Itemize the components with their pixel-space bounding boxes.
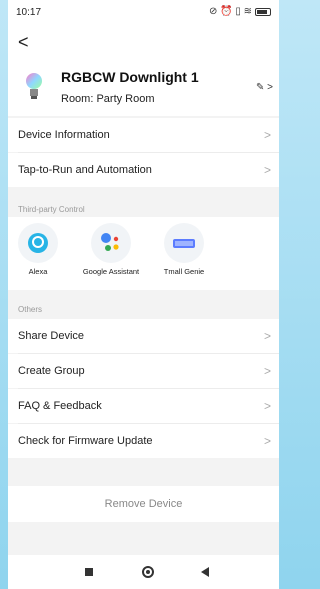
chevron-right-icon: > bbox=[263, 329, 271, 343]
chevron-right-icon: > bbox=[263, 364, 271, 378]
alexa-option[interactable]: Alexa bbox=[8, 223, 68, 276]
firmware-update-row[interactable]: Check for Firmware Update > bbox=[8, 424, 279, 458]
alexa-icon bbox=[18, 223, 58, 263]
navigation-bar bbox=[8, 555, 279, 589]
bulb-icon bbox=[26, 73, 42, 99]
chevron-right-icon: > bbox=[263, 399, 271, 413]
status-icon-group: ⊘ ⏰ ▯ ≋ bbox=[208, 6, 252, 17]
device-information-row[interactable]: Device Information > bbox=[8, 118, 279, 152]
row-label: FAQ & Feedback bbox=[18, 400, 102, 412]
home-button[interactable] bbox=[142, 566, 154, 578]
edit-name-button[interactable]: ✎ > bbox=[256, 82, 273, 93]
phone-screen: 10:17 ⊘ ⏰ ▯ ≋ < RGBCW Downlight 1 Room: … bbox=[8, 0, 279, 589]
google-assistant-label: Google Assistant bbox=[82, 267, 140, 276]
tap-to-run-row[interactable]: Tap-to-Run and Automation > bbox=[8, 153, 279, 187]
row-label: Tap-to-Run and Automation bbox=[18, 164, 152, 176]
alexa-label: Alexa bbox=[28, 267, 48, 276]
back-button[interactable]: < bbox=[18, 32, 29, 53]
battery-icon bbox=[255, 7, 271, 16]
tmall-genie-label: Tmall Genie bbox=[163, 267, 205, 276]
create-group-row[interactable]: Create Group > bbox=[8, 354, 279, 388]
row-label: Create Group bbox=[18, 365, 85, 377]
status-icons: ⊘ ⏰ ▯ ≋ bbox=[209, 6, 271, 17]
others-section-label: Others bbox=[18, 305, 43, 314]
tmall-genie-option[interactable]: Tmall Genie bbox=[154, 223, 214, 276]
recent-apps-button[interactable] bbox=[85, 568, 93, 576]
google-assistant-icon bbox=[91, 223, 131, 263]
tmall-genie-icon bbox=[164, 223, 204, 263]
device-room: Room: Party Room bbox=[61, 93, 155, 105]
share-device-row[interactable]: Share Device > bbox=[8, 319, 279, 353]
google-assistant-option[interactable]: Google Assistant bbox=[81, 223, 141, 276]
chevron-right-icon: > bbox=[263, 163, 271, 177]
third-party-panel: Alexa Google Assistant Tmall Genie bbox=[8, 217, 279, 290]
chevron-right-icon: > bbox=[263, 434, 271, 448]
row-label: Share Device bbox=[18, 330, 85, 342]
faq-feedback-row[interactable]: FAQ & Feedback > bbox=[8, 389, 279, 423]
back-nav-button[interactable] bbox=[201, 567, 209, 577]
third-party-section-label: Third-party Control bbox=[18, 205, 85, 214]
status-time: 10:17 bbox=[16, 7, 42, 18]
device-header: < RGBCW Downlight 1 Room: Party Room ✎ > bbox=[8, 24, 279, 116]
remove-device-button[interactable]: Remove Device bbox=[8, 486, 279, 522]
status-bar: 10:17 ⊘ ⏰ ▯ ≋ bbox=[8, 0, 279, 24]
device-title: RGBCW Downlight 1 bbox=[61, 69, 199, 85]
row-label: Check for Firmware Update bbox=[18, 435, 153, 447]
chevron-right-icon: > bbox=[263, 128, 271, 142]
row-label: Device Information bbox=[18, 129, 110, 141]
